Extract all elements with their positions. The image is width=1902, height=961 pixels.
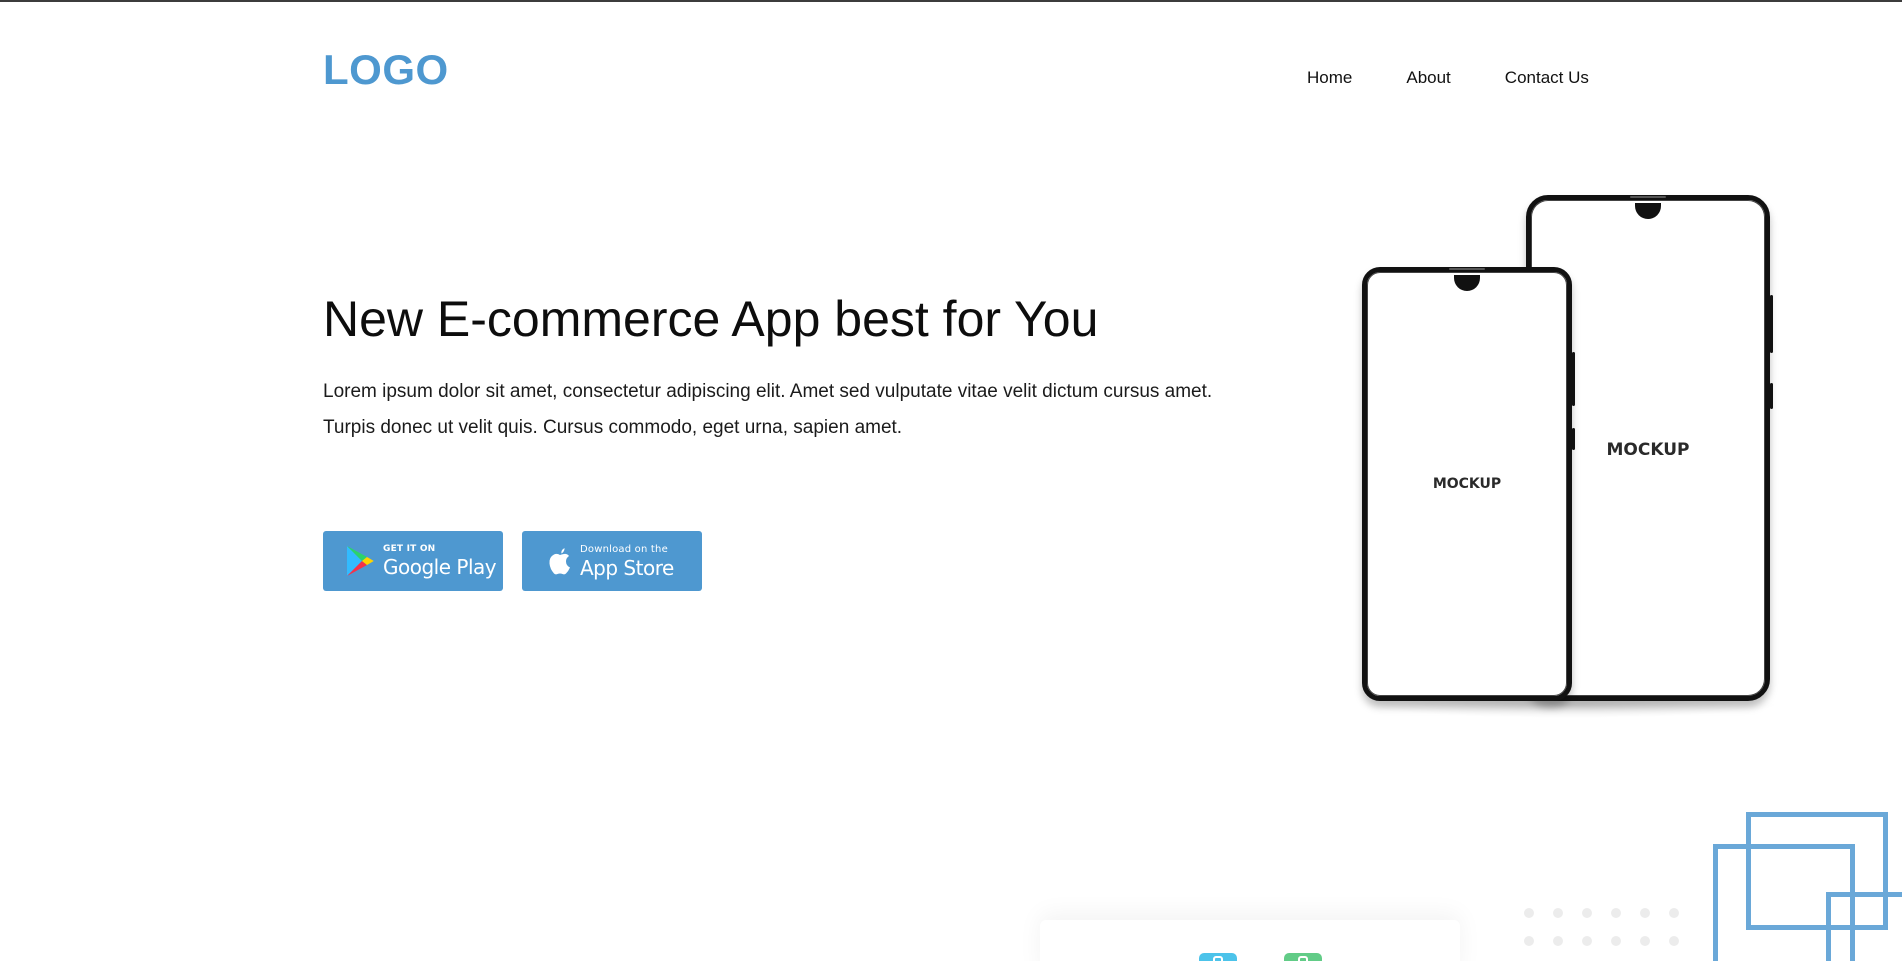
phone-notch (1635, 203, 1661, 219)
main-nav: Home About Contact Us (1307, 69, 1589, 86)
landing-page: LOGO Home About Contact Us New E-commerc… (0, 0, 1902, 961)
decorative-dots (1524, 908, 1679, 946)
app-store-small-text: Download on the (580, 543, 668, 555)
phone-side-button (1770, 295, 1773, 353)
google-play-big-text: Google Play (383, 555, 497, 579)
phone-side-button (1572, 352, 1575, 406)
google-play-small-text: GET IT ON (383, 544, 436, 554)
phone-mockup-small: MOCKUP (1362, 267, 1575, 701)
feature-card (1040, 920, 1460, 961)
hero-title: New E-commerce App best for You (323, 291, 1099, 347)
google-play-button[interactable]: GET IT ON Google Play (323, 531, 503, 591)
apple-icon (548, 546, 572, 576)
nav-contact-link[interactable]: Contact Us (1505, 69, 1589, 86)
mockup-label-small: MOCKUP (1432, 476, 1502, 492)
phone-notch (1454, 275, 1480, 291)
bag-icon (1284, 953, 1322, 961)
search-icon (1199, 953, 1237, 961)
nav-about-link[interactable]: About (1406, 69, 1450, 86)
app-store-big-text: App Store (580, 555, 674, 580)
nav-home-link[interactable]: Home (1307, 69, 1352, 86)
logo[interactable]: LOGO (323, 49, 449, 91)
app-store-button[interactable]: Download on the App Store (522, 531, 702, 591)
hero-description: Lorem ipsum dolor sit amet, consectetur … (323, 381, 1213, 438)
decorative-square (1826, 892, 1902, 961)
phone-speaker (1449, 268, 1485, 270)
phone-side-button (1572, 428, 1575, 450)
phone-speaker (1630, 196, 1666, 198)
google-play-icon (345, 545, 375, 577)
phone-side-button (1770, 383, 1773, 409)
